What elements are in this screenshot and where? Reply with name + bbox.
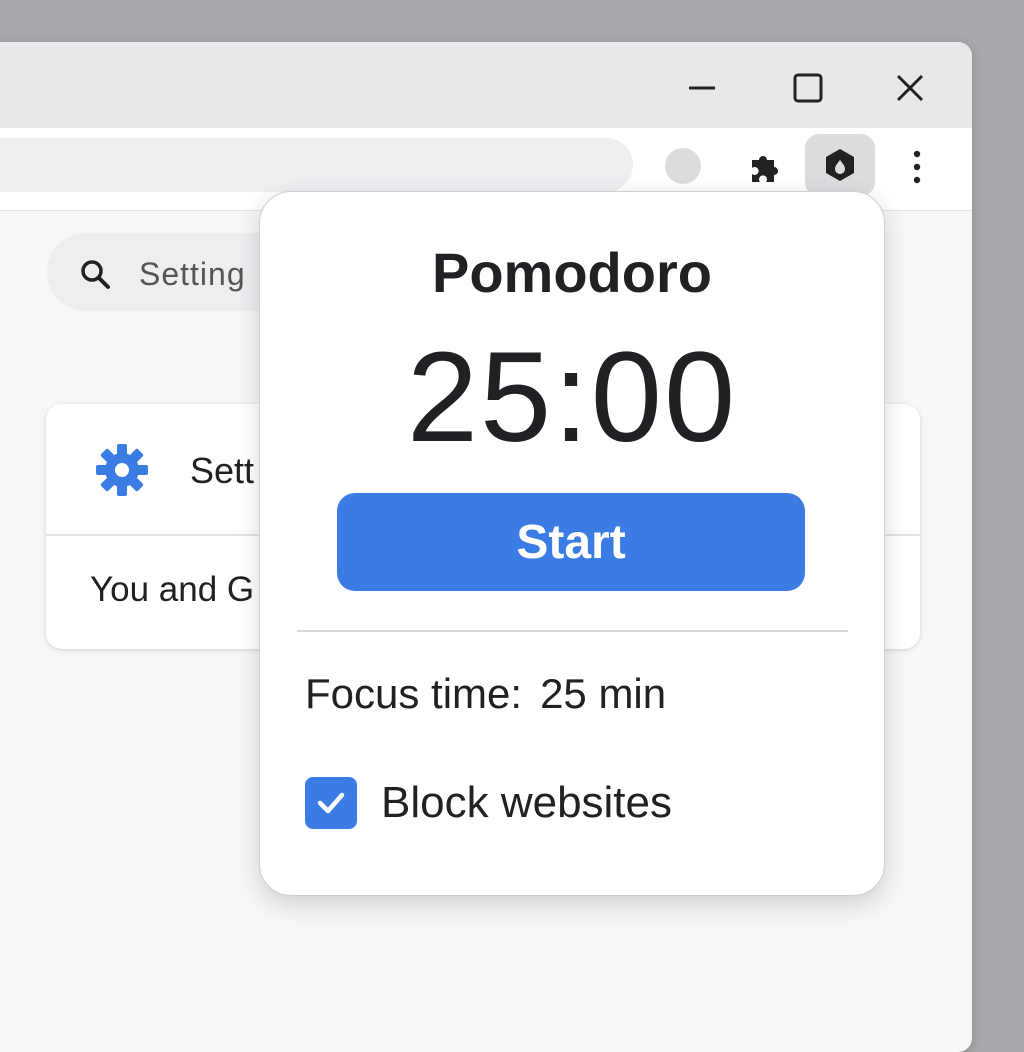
close-icon[interactable] (890, 68, 930, 108)
popup-title: Pomodoro (432, 241, 712, 304)
settings-card-subitem[interactable]: You and G (90, 570, 254, 610)
gear-icon (96, 444, 148, 496)
popup-divider (297, 630, 848, 632)
title-bar (0, 42, 972, 128)
focus-time-label: Focus time: (305, 670, 523, 717)
pomodoro-extension-button[interactable] (805, 134, 875, 196)
address-bar[interactable] (0, 138, 633, 192)
profile-avatar[interactable] (665, 148, 701, 184)
settings-card-title: Sett (190, 450, 255, 491)
start-button[interactable]: Start (337, 493, 805, 591)
timer-display: 25:00 (406, 326, 738, 469)
maximize-icon[interactable] (788, 68, 828, 108)
checkmark-icon (317, 792, 345, 814)
shield-icon (826, 149, 854, 181)
focus-time-row: Focus time: 25 min (305, 670, 666, 718)
pomodoro-popup: Pomodoro 25:00 Start Focus time: 25 min B… (259, 191, 885, 896)
focus-time-value[interactable]: 25 min (540, 670, 666, 717)
search-placeholder: Setting (139, 256, 246, 292)
block-websites-label: Block websites (381, 778, 673, 827)
vertical-dots-icon[interactable] (902, 148, 932, 186)
block-websites-checkbox[interactable] (305, 777, 357, 829)
puzzle-icon[interactable] (744, 146, 784, 186)
search-icon (81, 260, 110, 289)
block-websites-row: Block websites (305, 776, 672, 830)
minimize-icon[interactable] (682, 68, 722, 108)
